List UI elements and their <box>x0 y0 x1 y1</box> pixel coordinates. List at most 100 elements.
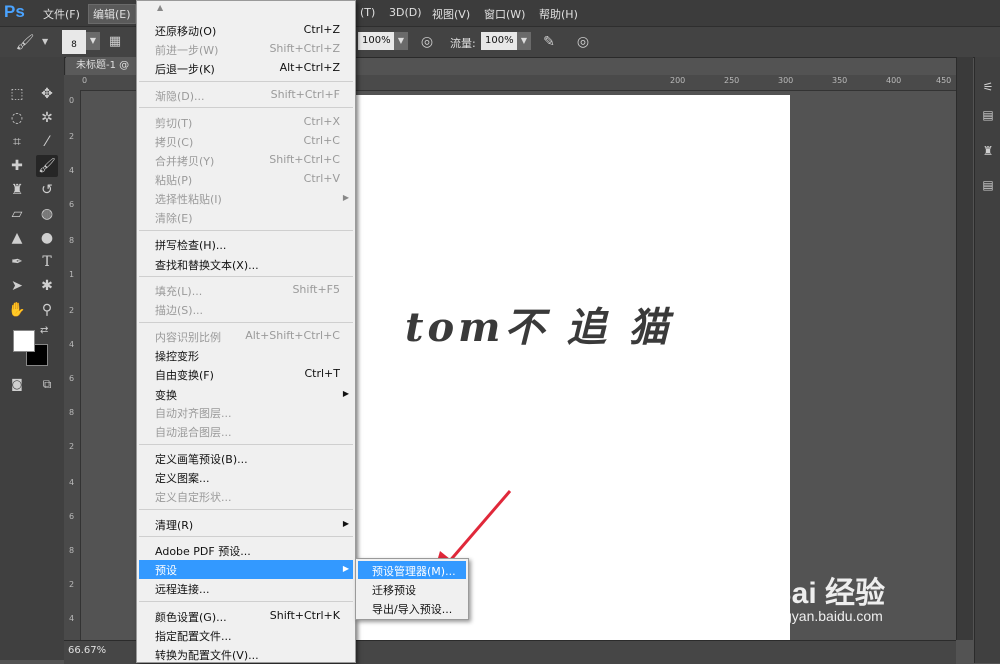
menu-item-paste-special[interactable]: 选择性粘贴(I) <box>155 191 222 207</box>
history-brush-icon[interactable]: ↺ <box>36 179 58 201</box>
ruler-tick-label: 8 <box>69 408 75 417</box>
menu-item-free-transform[interactable]: 自由变换(F) <box>155 367 214 383</box>
shortcut: Shift+Ctrl+Z <box>269 42 340 55</box>
tool-preset-dropdown-icon[interactable]: ▼ <box>42 37 48 46</box>
clone-source-icon[interactable]: ♜ <box>980 143 996 159</box>
submenu-item-export-import-presets[interactable]: 导出/导入预设... <box>372 601 452 617</box>
submenu-item-preset-manager[interactable]: 预设管理器(M)... <box>372 563 456 579</box>
menu-separator <box>139 276 353 277</box>
menu-item-purge[interactable]: 清理(R) <box>155 517 193 533</box>
menu-item-find-replace[interactable]: 查找和替换文本(X)... <box>155 257 259 273</box>
airbrush-icon[interactable]: ✎ <box>538 31 560 53</box>
ruler-tick-label: 200 <box>670 76 686 85</box>
pressure-opacity-icon[interactable]: ◎ <box>416 31 438 53</box>
ruler-tick-label: 2 <box>69 306 75 315</box>
menu-item-convert-profile[interactable]: 转换为配置文件(V)... <box>155 647 259 663</box>
menu-item-color-settings[interactable]: 颜色设置(G)... <box>155 609 227 625</box>
menu-window[interactable]: 窗口(W) <box>484 6 525 22</box>
panel-collapse-strip[interactable] <box>956 57 973 640</box>
menu-item-step-backward[interactable]: 后退一步(K) <box>155 61 215 77</box>
eyedropper-icon[interactable]: ⁄ <box>36 131 58 153</box>
menu-item-fade[interactable]: 渐隐(D)... <box>155 88 205 104</box>
document-tab[interactable]: 未标题-1 @ <box>66 57 136 75</box>
ruler-tick-label: 350 <box>832 76 848 85</box>
path-selection-icon[interactable]: ➤ <box>6 275 28 297</box>
ruler-vertical: 0 2 4 6 8 1 2 4 6 8 2 4 6 8 2 4 <box>64 90 81 640</box>
brush-size-dropdown[interactable]: ▼ <box>86 32 100 50</box>
clone-stamp-icon[interactable]: ♜ <box>6 179 28 201</box>
brush-tool-icon[interactable]: 🖌 <box>36 155 58 177</box>
menu-item-fill[interactable]: 填充(L)... <box>155 283 202 299</box>
menu-item-define-pattern[interactable]: 定义图案... <box>155 470 210 486</box>
menu-item-cut[interactable]: 剪切(T) <box>155 115 192 131</box>
quick-mask-icon[interactable]: ◙ <box>6 373 28 395</box>
menu-item-undo[interactable]: 还原移动(O) <box>155 23 216 39</box>
properties-icon[interactable]: ▤ <box>980 177 996 193</box>
menu-filter[interactable]: (T) <box>360 6 375 19</box>
menu-item-remote-connections[interactable]: 远程连接... <box>155 581 210 597</box>
menu-item-copy-merged[interactable]: 合并拷贝(Y) <box>155 153 214 169</box>
submenu-arrow-icon: ▶ <box>342 389 349 398</box>
zoom-tool-icon[interactable]: ⚲ <box>36 299 58 321</box>
menu-item-content-aware-scale[interactable]: 内容识别比例 <box>155 329 221 345</box>
menu-help[interactable]: 帮助(H) <box>539 6 578 22</box>
menu-item-step-forward[interactable]: 前进一步(W) <box>155 42 218 58</box>
opacity-field[interactable]: 100% <box>358 32 394 50</box>
crop-tool-icon[interactable]: ⌗ <box>6 131 28 153</box>
menu-item-presets[interactable]: 预设 <box>155 562 177 578</box>
menu-item-auto-align[interactable]: 自动对齐图层... <box>155 405 232 421</box>
custom-shape-icon[interactable]: ✱ <box>36 275 58 297</box>
menu-item-spell-check[interactable]: 拼写检查(H)... <box>155 237 226 253</box>
menu-item-auto-blend[interactable]: 自动混合图层... <box>155 424 232 440</box>
menu-item-define-shape[interactable]: 定义自定形状... <box>155 489 232 505</box>
zoom-level[interactable]: 66.67% <box>68 645 106 656</box>
opacity-dropdown[interactable]: ▼ <box>394 32 408 50</box>
pressure-size-icon[interactable]: ◎ <box>572 31 594 53</box>
menu-edit[interactable]: 编辑(E) <box>88 4 136 24</box>
photoshop-logo: Ps <box>4 2 25 21</box>
type-tool-icon[interactable]: T <box>36 251 58 273</box>
brush-panel-icon[interactable]: ▦ <box>104 31 126 53</box>
pen-tool-icon[interactable]: ✒ <box>6 251 28 273</box>
screen-mode-icon[interactable]: ⧉ <box>36 373 58 395</box>
menu-item-puppet-warp[interactable]: 操控变形 <box>155 348 199 364</box>
ruler-tick-label: 6 <box>69 200 75 209</box>
eraser-icon[interactable]: ▱ <box>6 203 28 225</box>
flow-field[interactable]: 100% <box>481 32 517 50</box>
edit-menu: ▲ 还原移动(O) Ctrl+Z 前进一步(W) Shift+Ctrl+Z 后退… <box>136 0 356 663</box>
menu-item-define-brush[interactable]: 定义画笔预设(B)... <box>155 451 248 467</box>
menu-item-clear[interactable]: 清除(E) <box>155 210 193 226</box>
lasso-tool-icon[interactable]: ◌ <box>6 107 28 129</box>
menu-item-assign-profile[interactable]: 指定配置文件... <box>155 628 232 644</box>
menu-3d[interactable]: 3D(D) <box>389 6 422 19</box>
submenu-item-migrate-presets[interactable]: 迁移预设 <box>372 582 416 598</box>
shortcut: Shift+Ctrl+F <box>270 88 340 101</box>
ruler-tick-label: 4 <box>69 478 75 487</box>
foreground-color-swatch[interactable] <box>13 330 35 352</box>
ruler-tick-label: 0 <box>69 96 75 105</box>
magic-wand-icon[interactable]: ✲ <box>36 107 58 129</box>
brush-size-preview[interactable]: 8 <box>62 30 86 54</box>
brush-panel-icon[interactable]: ▤ <box>980 107 996 123</box>
menu-item-paste[interactable]: 粘贴(P) <box>155 172 192 188</box>
menu-file[interactable]: 文件(F) <box>43 6 80 22</box>
ruler-tick-label: 250 <box>724 76 740 85</box>
menu-item-copy[interactable]: 拷贝(C) <box>155 134 193 150</box>
scroll-up-icon[interactable]: ▲ <box>157 3 163 12</box>
dodge-tool-icon[interactable]: ● <box>36 227 58 249</box>
healing-brush-icon[interactable]: ✚ <box>6 155 28 177</box>
flow-dropdown[interactable]: ▼ <box>517 32 531 50</box>
brush-tool-icon[interactable]: 🖌 <box>14 31 36 53</box>
paint-bucket-icon[interactable]: ◍ <box>36 203 58 225</box>
blur-tool-icon[interactable]: ▲ <box>6 227 28 249</box>
shortcut: Shift+Ctrl+K <box>269 609 340 622</box>
menu-item-transform[interactable]: 变换 <box>155 387 177 403</box>
menu-item-stroke[interactable]: 描边(S)... <box>155 302 203 318</box>
swap-colors-icon[interactable]: ⇄ <box>40 325 48 336</box>
menu-item-pdf-presets[interactable]: Adobe PDF 预设... <box>155 543 251 559</box>
menu-view[interactable]: 视图(V) <box>432 6 470 22</box>
brush-presets-icon[interactable]: ⚟ <box>980 79 996 95</box>
marquee-tool-icon[interactable]: ⬚ <box>6 83 28 105</box>
hand-tool-icon[interactable]: ✋ <box>6 299 28 321</box>
move-tool-icon[interactable]: ✥ <box>36 83 58 105</box>
